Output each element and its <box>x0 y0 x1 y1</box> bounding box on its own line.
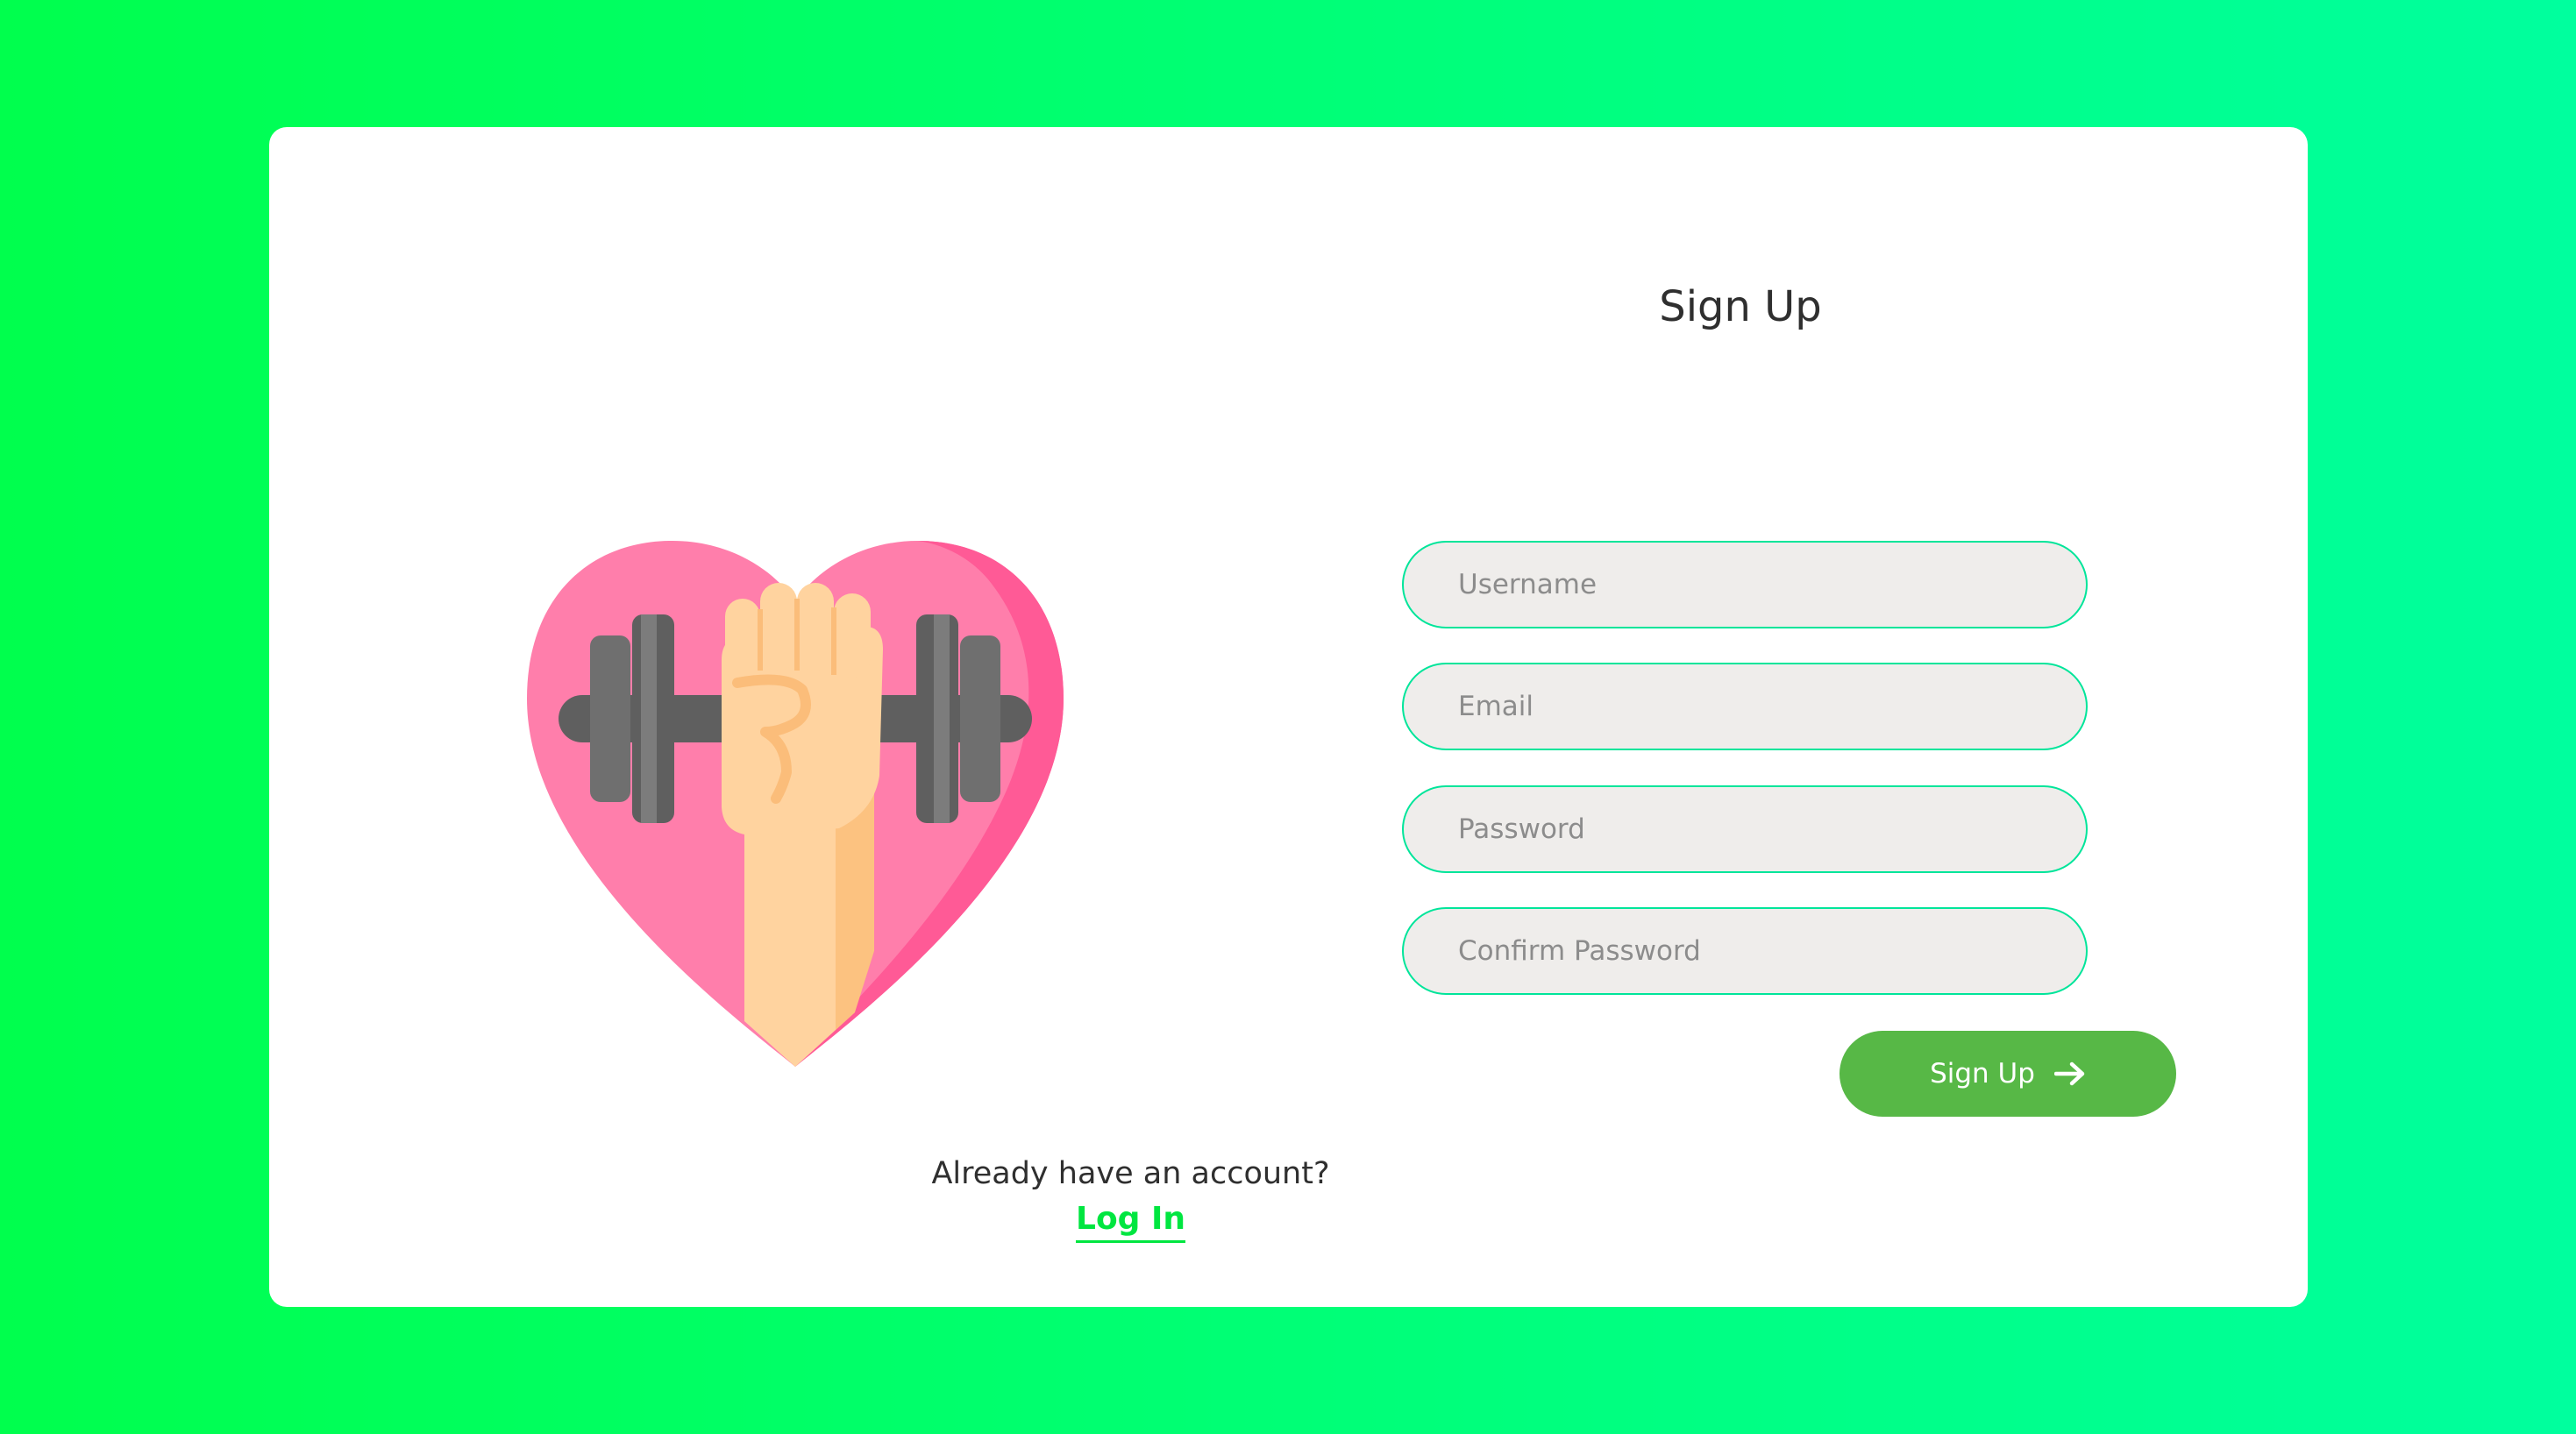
finger-1 <box>725 599 760 678</box>
dumbbell-plate-left-outer <box>590 635 630 802</box>
sign-up-button[interactable]: Sign Up <box>1839 1031 2176 1117</box>
finger-3 <box>797 583 834 671</box>
email-field[interactable] <box>1402 663 2088 750</box>
log-in-link[interactable]: Log In <box>1076 1200 1185 1243</box>
dumbbell-plate-right-highlight <box>934 614 950 823</box>
confirm-password-field[interactable] <box>1402 907 2088 995</box>
signup-form: Sign Up Sign Up <box>1396 272 2176 1117</box>
username-field[interactable] <box>1402 541 2088 628</box>
login-prompt: Already have an account? Log In <box>519 1151 1742 1243</box>
finger-4 <box>834 593 871 678</box>
already-have-account-text: Already have an account? <box>931 1156 1330 1191</box>
dumbbell-plate-left-highlight <box>641 614 657 823</box>
finger-2 <box>760 583 797 671</box>
password-field[interactable] <box>1402 785 2088 873</box>
heart-dumbbell-illustration <box>523 495 1067 1074</box>
page-title: Sign Up <box>1659 282 1822 331</box>
dumbbell-plate-right-outer <box>960 635 1000 802</box>
signup-card: Sign Up Sign Up Already have an account?… <box>269 127 2308 1307</box>
sign-up-button-label: Sign Up <box>1930 1058 2035 1090</box>
heart-dumbbell-icon <box>527 541 1064 1067</box>
arrow-right-icon <box>2053 1061 2086 1086</box>
